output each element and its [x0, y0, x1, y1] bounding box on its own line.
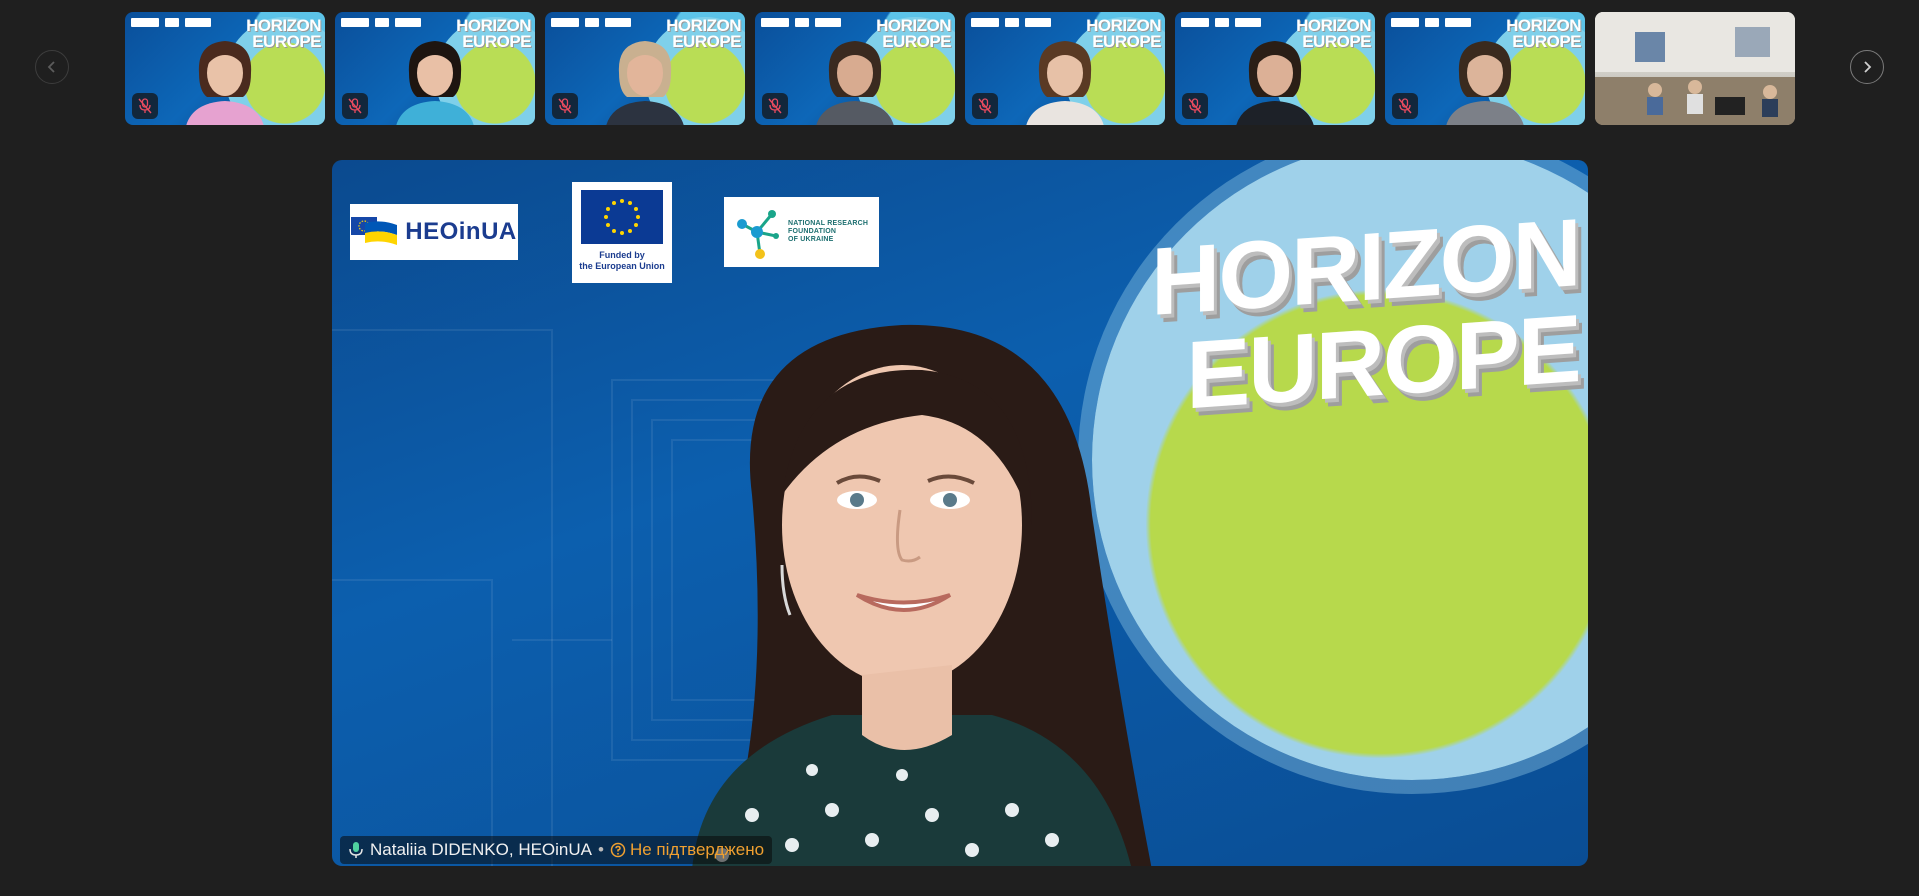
previous-page-button[interactable] — [35, 50, 69, 84]
horizon-europe-background-title: HORIZON EUROPE — [1151, 199, 1580, 430]
room-video — [1595, 12, 1795, 125]
speaker-name-bar: Nataliia DIDENKO, HEOinUA • Не підтвердж… — [340, 836, 773, 864]
microphone-active-icon — [349, 842, 363, 858]
eu-caption-line2: the European Union — [579, 261, 665, 271]
participant-video — [606, 41, 684, 125]
participant-video — [186, 41, 264, 125]
tile-logos — [341, 18, 421, 27]
microphone-muted-icon — [768, 98, 782, 114]
eu-flag-icon — [581, 190, 663, 244]
nrfu-line3: OF UKRAINE — [788, 236, 834, 243]
participant-video — [1446, 41, 1524, 125]
participant-tile[interactable]: HORIZON EUROPE — [755, 12, 955, 125]
speaker-name: Nataliia DIDENKO, HEOinUA — [370, 840, 593, 859]
participant-strip: HORIZON EUROPE HORIZON EUROPE HORIZON EUROPE H… — [125, 12, 1795, 125]
microphone-muted-icon — [558, 98, 572, 114]
microphone-muted-icon — [348, 98, 362, 114]
speaker-video — [692, 324, 1152, 866]
participant-tile[interactable]: HORIZON EUROPE — [1175, 12, 1375, 125]
chevron-right-icon — [1864, 61, 1872, 73]
muted-indicator — [132, 93, 158, 119]
participant-tile[interactable]: HORIZON EUROPE — [1385, 12, 1585, 125]
tile-logos — [971, 18, 1051, 27]
microphone-muted-icon — [138, 98, 152, 114]
tile-logos — [131, 18, 211, 27]
nrfu-logo: NATIONAL RESEARCH FOUNDATION OF UKRAINE — [724, 197, 879, 267]
microphone-muted-icon — [978, 98, 992, 114]
heo-logo-text: HEOinUA — [405, 218, 517, 245]
next-page-button[interactable] — [1850, 50, 1884, 84]
participant-tile[interactable]: HORIZON EUROPE — [965, 12, 1165, 125]
participant-video — [396, 41, 474, 125]
question-circle-icon — [610, 842, 626, 858]
microphone-muted-icon — [1188, 98, 1202, 114]
participant-tile[interactable]: HORIZON EUROPE — [125, 12, 325, 125]
muted-indicator — [552, 93, 578, 119]
muted-indicator — [1182, 93, 1208, 119]
ua-eu-flag-icon — [351, 217, 398, 245]
verification-status-text: Не підтверджено — [629, 840, 765, 859]
muted-indicator — [1392, 93, 1418, 119]
heoinua-logo: HEOinUA — [350, 204, 518, 260]
main-video-tile[interactable]: HEOinUA Funded by the European Union NAT… — [332, 160, 1588, 866]
participant-video — [1236, 41, 1314, 125]
muted-indicator — [342, 93, 368, 119]
tile-logos — [761, 18, 841, 27]
tile-logos — [551, 18, 631, 27]
nrfu-line2: FOUNDATION — [788, 228, 837, 235]
muted-indicator — [972, 93, 998, 119]
tile-logos — [1181, 18, 1261, 27]
nrfu-line1: NATIONAL RESEARCH — [788, 220, 869, 227]
eu-funded-logo: Funded by the European Union — [572, 182, 672, 283]
participant-video — [816, 41, 894, 125]
chevron-left-icon — [47, 61, 55, 73]
participant-tile[interactable]: HORIZON EUROPE — [335, 12, 535, 125]
microphone-muted-icon — [1398, 98, 1412, 114]
participant-video — [1026, 41, 1104, 125]
eu-caption-line1: Funded by — [599, 250, 645, 260]
tile-logos — [1391, 18, 1471, 27]
nrfu-molecule-icon — [737, 210, 779, 259]
muted-indicator — [762, 93, 788, 119]
name-separator: • — [598, 840, 604, 859]
participant-tile[interactable]: HORIZON EUROPE — [545, 12, 745, 125]
participant-tile[interactable] — [1595, 12, 1795, 125]
verification-status[interactable]: Не підтверджено — [610, 840, 764, 860]
